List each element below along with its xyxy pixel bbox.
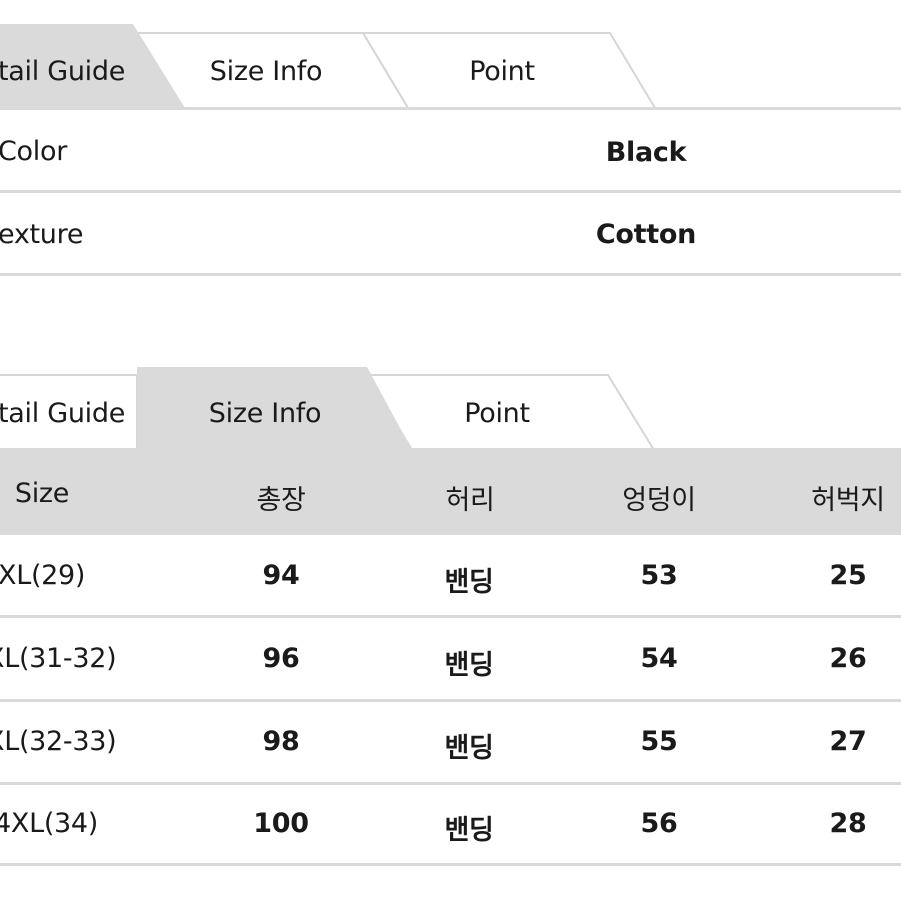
tab-point[interactable]: Point bbox=[464, 400, 530, 427]
detail-tab-shapes bbox=[0, 24, 657, 109]
column-header-thigh: 허벅지 bbox=[811, 485, 885, 516]
cell-size: XL(32-33) bbox=[0, 726, 117, 757]
detail-row-value-texture: Cotton bbox=[595, 219, 697, 250]
detail-row-label-color: Color bbox=[0, 136, 67, 167]
column-header-size: Size bbox=[14, 478, 70, 509]
divider bbox=[0, 699, 901, 702]
cell-total-length: 94 bbox=[262, 560, 300, 591]
cell-hip: 55 bbox=[640, 726, 678, 757]
divider bbox=[0, 107, 901, 110]
cell-waist: 밴딩 bbox=[444, 815, 494, 846]
cell-size: XL(29) bbox=[0, 560, 86, 591]
tab-size-info[interactable]: Size Info bbox=[209, 400, 322, 427]
cell-thigh: 26 bbox=[829, 643, 867, 674]
size-tabbar: tail Guide Size Info Point bbox=[0, 362, 901, 452]
tab-size-info[interactable]: Size Info bbox=[210, 58, 323, 85]
divider bbox=[0, 863, 901, 866]
cell-size: XL(31-32) bbox=[0, 643, 117, 674]
cell-waist: 밴딩 bbox=[444, 733, 494, 764]
cell-waist: 밴딩 bbox=[444, 650, 494, 681]
divider bbox=[0, 273, 901, 276]
tab-detail-guide[interactable]: tail Guide bbox=[0, 58, 125, 85]
column-header-hip: 엉덩이 bbox=[622, 485, 696, 516]
cell-hip: 56 bbox=[640, 808, 678, 839]
cell-thigh: 25 bbox=[829, 560, 867, 591]
cell-total-length: 100 bbox=[253, 808, 309, 839]
tab-point[interactable]: Point bbox=[469, 58, 535, 85]
tab-detail-guide[interactable]: tail Guide bbox=[0, 400, 125, 427]
column-header-waist: 허리 bbox=[445, 485, 495, 516]
cell-waist: 밴딩 bbox=[444, 567, 494, 598]
detail-row-label-texture: exture bbox=[0, 219, 84, 250]
cell-hip: 53 bbox=[640, 560, 678, 591]
cell-thigh: 28 bbox=[829, 808, 867, 839]
divider bbox=[0, 615, 901, 618]
divider bbox=[0, 782, 901, 785]
divider bbox=[0, 190, 901, 193]
cell-hip: 54 bbox=[640, 643, 678, 674]
cell-total-length: 98 bbox=[262, 726, 300, 757]
detail-row-value-color: Black bbox=[605, 137, 687, 168]
column-header-total-length: 총장 bbox=[256, 485, 306, 516]
detail-tabbar: tail Guide Size Info Point bbox=[0, 20, 901, 110]
cell-thigh: 27 bbox=[829, 726, 867, 757]
size-tab-shapes bbox=[0, 367, 656, 451]
size-table-header: Size 총장 허리 엉덩이 허벅지 bbox=[0, 448, 901, 535]
cell-total-length: 96 bbox=[262, 643, 300, 674]
cell-size: 4XL(34) bbox=[0, 808, 99, 839]
